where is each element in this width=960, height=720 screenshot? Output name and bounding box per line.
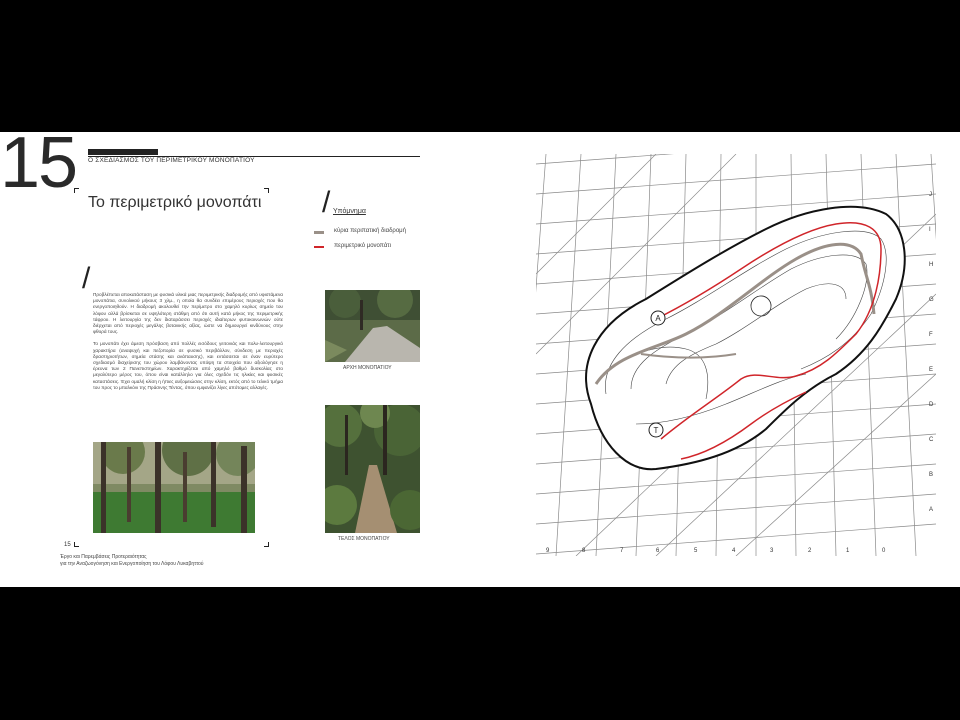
legend-label-perimeter-path: περιμετρικό μονοπάτι	[334, 243, 392, 249]
svg-text:B: B	[929, 472, 933, 478]
body-paragraph: Το μονοπάτι έχει άμεση πρόσβαση από πολλ…	[93, 341, 283, 390]
photo-path-end	[325, 405, 420, 533]
page-number: 15	[0, 132, 78, 203]
svg-text:G: G	[929, 297, 934, 303]
photo-forest	[93, 442, 255, 533]
legend-swatch-main-walk	[314, 231, 324, 234]
svg-text:T: T	[654, 426, 659, 435]
text-slash: /	[82, 262, 91, 295]
page-title: Το περιμετρικό μονοπάτι	[88, 194, 262, 211]
footer-text: Έργο και Παρεμβάσεις Προτεραιότητας για …	[60, 554, 204, 567]
frame-corner	[74, 188, 79, 193]
legend-label-main-walk: κύρια περιπατική διαδρομή	[334, 228, 406, 234]
document-page: 15 Ο ΣΧΕΔΙΑΣΜΟΣ ΤΟΥ ΠΕΡΙΜΕΤΡΙΚΟΥ ΜΟΝΟΠΑΤ…	[0, 132, 960, 587]
legend-title: Υπόμνημα	[333, 208, 366, 215]
svg-text:D: D	[929, 402, 934, 408]
marker-end: T	[648, 422, 664, 438]
site-plan-map: A T J I H G F E D C B A 9 8 7 6 5 4 3 2 …	[515, 133, 957, 557]
svg-text:J: J	[929, 192, 932, 198]
body-paragraph: Προβλέπεται αποκατάσταση με φυσικά υλικά…	[93, 292, 283, 335]
caption-path-end: ΤΕΛΟΣ ΜΟΝΟΠΑΤΙΟΥ	[338, 536, 390, 542]
section-title: Ο ΣΧΕΔΙΑΣΜΟΣ ΤΟΥ ΠΕΡΙΜΕΤΡΙΚΟΥ ΜΟΝΟΠΑΤΙΟΥ	[88, 157, 255, 164]
caption-path-start: ΑΡΧΗ ΜΟΝΟΠΑΤΙΟΥ	[343, 365, 392, 371]
frame-corner	[264, 542, 269, 547]
legend-swatch-perimeter-path	[314, 246, 324, 248]
legend-slash: /	[322, 186, 331, 219]
svg-text:C: C	[929, 437, 934, 443]
marker-start: A	[650, 310, 666, 326]
footer-line: για την Αναζωογόνηση και Ενεργοποίηση το…	[60, 560, 204, 567]
section-bar	[88, 149, 158, 155]
frame-corner	[264, 188, 269, 193]
photo-path-start	[325, 290, 420, 362]
body-text: Προβλέπεται αποκατάσταση με φυσικά υλικά…	[93, 292, 283, 397]
svg-text:A: A	[929, 507, 933, 513]
footer-page-number: 15	[64, 542, 71, 548]
frame-corner	[74, 542, 79, 547]
svg-text:E: E	[929, 367, 933, 373]
svg-text:F: F	[929, 332, 933, 338]
svg-text:H: H	[929, 262, 933, 268]
svg-text:A: A	[655, 314, 661, 323]
